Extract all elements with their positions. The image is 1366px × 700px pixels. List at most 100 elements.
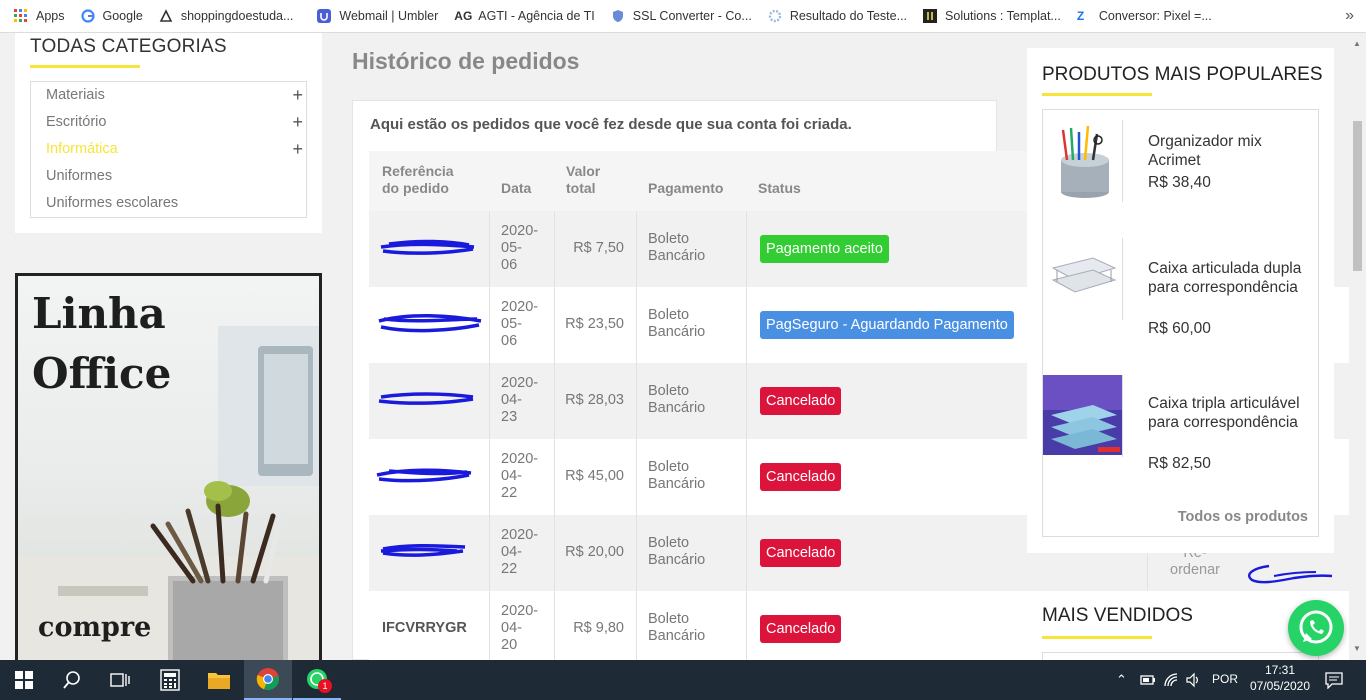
status-badge: Cancelado [760, 615, 842, 643]
product-name[interactable]: Caixa articulada dupla para correspondên… [1148, 259, 1313, 297]
scrollbar-thumb[interactable] [1353, 121, 1362, 271]
popular-products-list: Organizador mix Acrimet R$ 38,40 Caixa a… [1042, 109, 1319, 537]
order-date-part: 23 [501, 409, 518, 425]
category-uniformes[interactable]: Uniformes [46, 168, 112, 184]
order-date: 2020- 05- 06 [501, 223, 538, 274]
order-date-part: 05- [501, 316, 522, 332]
header-text: Valor [566, 163, 601, 179]
clock-time: 17:31 [1264, 663, 1296, 677]
bookmark-apps[interactable]: Apps [0, 0, 73, 33]
apps-grid-icon [14, 9, 27, 22]
status-badge: Cancelado [760, 463, 842, 491]
bookmark-shopping[interactable]: shoppingdoestuda... [151, 0, 302, 33]
folder-icon [208, 673, 230, 689]
scroll-up-icon[interactable]: ▲ [1353, 39, 1361, 48]
battery-icon[interactable] [1140, 673, 1156, 687]
chrome-app[interactable] [244, 660, 292, 700]
redaction-scribble [378, 392, 474, 405]
status-badge: PagSeguro - Aguardando Pagamento [760, 311, 1014, 339]
order-reference[interactable]: IFCVRRYGR [382, 620, 467, 636]
product-item[interactable]: Organizador mix Acrimet R$ 38,40 [1043, 110, 1320, 230]
page-scrollbar[interactable]: ▲ ▼ [1349, 33, 1366, 660]
promo-banner[interactable]: Linha Office compre [15, 273, 322, 673]
product-price: R$ 60,00 [1148, 320, 1211, 337]
input-language[interactable]: POR [1212, 672, 1238, 686]
categories-panel: TODAS CATEGORIAS Materiais + Escritório … [15, 33, 322, 233]
expand-icon[interactable]: + [292, 112, 303, 133]
orders-intro-text: Aqui estão os pedidos que você fez desde… [370, 116, 852, 133]
category-escritorio[interactable]: Escritório + [46, 112, 306, 133]
search-button[interactable] [48, 660, 96, 700]
bookmark-solutions[interactable]: Solutions : Templat... [915, 0, 1069, 33]
banner-title-line2: Office [32, 349, 172, 398]
column-header-status[interactable]: Status [746, 151, 1027, 211]
order-payment-part: Bancário [648, 628, 706, 644]
categories-title: TODAS CATEGORIAS [30, 36, 227, 57]
bookmarks-bar: Apps Google shoppingdoestuda... Webmail … [0, 0, 1366, 33]
task-view-button[interactable] [96, 660, 144, 700]
banner-title: Linha Office [32, 284, 171, 404]
notifications-icon[interactable] [1325, 671, 1343, 689]
order-date-part: 22 [501, 561, 518, 577]
bookmark-resultado[interactable]: Resultado do Teste... [760, 0, 915, 33]
column-divider [489, 211, 490, 287]
notification-badge: 1 [318, 679, 332, 693]
wifi-icon[interactable] [1163, 672, 1179, 688]
all-products-link[interactable]: Todos os produtos [1178, 509, 1308, 525]
order-payment-part: Boleto [648, 611, 690, 627]
scroll-down-icon[interactable]: ▼ [1353, 644, 1361, 653]
redaction-scribble [378, 313, 482, 333]
product-name[interactable]: Organizador mix Acrimet [1148, 132, 1313, 170]
status-badge: Cancelado [760, 387, 842, 415]
category-uniformes-escolares[interactable]: Uniformes escolares [46, 195, 178, 211]
column-divider [489, 363, 490, 439]
show-hidden-icons-icon[interactable]: ⌃ [1116, 672, 1127, 688]
order-date: 2020- 04- 23 [501, 375, 538, 426]
whatsapp-app[interactable]: 1 [293, 660, 341, 700]
column-header-total[interactable]: Valor total [554, 151, 636, 211]
calculator-app[interactable] [146, 660, 194, 700]
bookmark-agti[interactable]: AG AGTI - Agência de TI [446, 0, 603, 33]
page-title: Histórico de pedidos [352, 48, 580, 74]
category-label: Escritório [46, 114, 107, 130]
order-date-part: 2020- [501, 223, 539, 239]
order-payment-part: Bancário [648, 476, 706, 492]
order-payment-part: Bancário [648, 324, 706, 340]
column-header-payment[interactable]: Pagamento [636, 151, 746, 211]
bookmark-google[interactable]: Google [73, 0, 151, 33]
order-date-part: 06 [501, 333, 518, 349]
bookmark-ssl[interactable]: SSL Converter - Co... [603, 0, 760, 33]
task-view-icon [110, 673, 130, 687]
order-payment-part: Bancário [648, 400, 706, 416]
clock[interactable]: 17:31 07/05/2020 [1245, 663, 1315, 693]
best-sellers-title: MAIS VENDIDOS [1042, 605, 1193, 626]
bookmark-label: AGTI - Agência de TI [478, 9, 595, 23]
bookmark-umbler[interactable]: Webmail | Umbler [309, 0, 446, 33]
product-item[interactable]: Caixa tripla articulável para correspond… [1043, 375, 1320, 495]
order-date-part: 20 [501, 637, 518, 653]
order-payment-part: Boleto [648, 459, 690, 475]
file-explorer-app[interactable] [195, 660, 243, 700]
start-button[interactable] [0, 660, 48, 700]
more-bookmarks-button[interactable]: » [1345, 7, 1354, 25]
whatsapp-chat-button[interactable] [1288, 600, 1344, 656]
bookmark-label: Google [102, 9, 143, 23]
ssl-icon [612, 10, 623, 22]
expand-icon[interactable]: + [292, 139, 303, 160]
expand-icon[interactable]: + [292, 85, 303, 106]
product-item[interactable]: Caixa articulada dupla para correspondên… [1043, 238, 1320, 358]
product-name[interactable]: Caixa tripla articulável para correspond… [1148, 394, 1313, 432]
popular-products-title: PRODUTOS MAIS POPULARES [1042, 64, 1323, 85]
bookmark-conversor[interactable]: Z Conversor: Pixel =... [1069, 0, 1220, 33]
product-divider [1122, 375, 1123, 457]
agti-icon: AG [454, 9, 473, 23]
column-header-date[interactable]: Data [489, 151, 554, 211]
header-text: total [566, 180, 596, 196]
volume-icon[interactable] [1185, 672, 1201, 688]
column-header-reference[interactable]: Referência do pedido [369, 151, 489, 211]
category-materiais[interactable]: Materiais + [46, 85, 306, 106]
category-informatica[interactable]: Informática + [46, 139, 306, 160]
calculator-icon [160, 669, 180, 691]
title-underline [30, 65, 140, 68]
order-total: R$ 7,50 [573, 240, 624, 256]
